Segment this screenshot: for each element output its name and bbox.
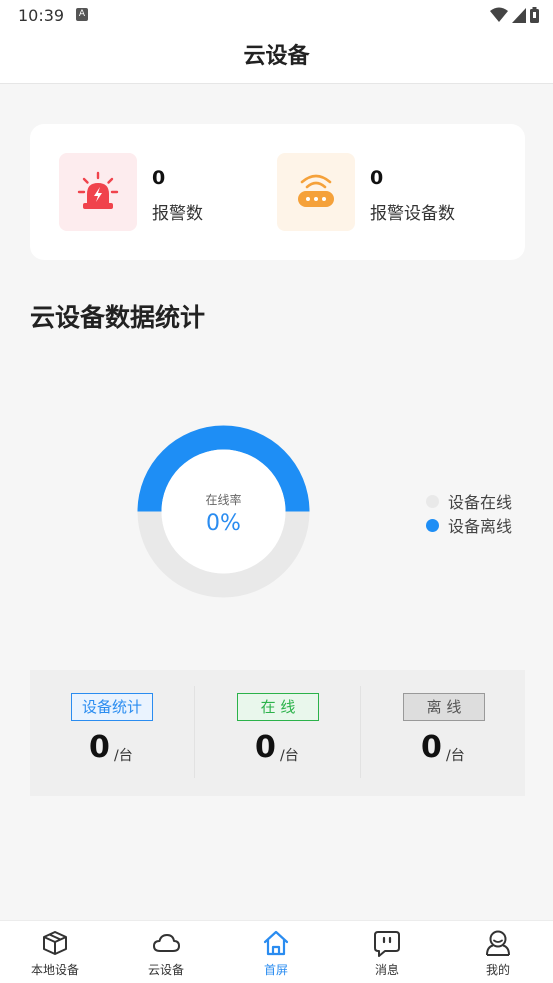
alarm-count-label: 报警数 <box>152 204 203 224</box>
summary-tag-online: 在 线 <box>237 693 319 721</box>
legend-label: 设备在线 <box>448 493 513 512</box>
summary-unit: /台 <box>114 748 133 764</box>
summary-online[interactable]: 在 线 0 /台 <box>196 670 361 796</box>
status-time: 10:39 <box>18 6 65 25</box>
header: 云设备 <box>0 32 553 84</box>
alarm-devices-value: 0 <box>370 167 384 189</box>
profile-icon <box>486 930 510 956</box>
signal-icon <box>512 7 526 23</box>
tab-profile[interactable]: 我的 <box>443 921 553 983</box>
cloud-icon <box>153 934 180 952</box>
tab-label: 我的 <box>485 963 510 977</box>
tab-messages[interactable]: 消息 <box>332 921 442 983</box>
alarm-count-value: 0 <box>152 167 166 189</box>
section-title: 云设备数据统计 <box>30 303 206 332</box>
tab-label: 云设备 <box>147 963 184 977</box>
wifi-icon <box>490 7 508 22</box>
alarm-devices-label: 报警设备数 <box>370 204 455 224</box>
summary-offline-value: 0 <box>421 730 442 765</box>
tab-cloud-devices[interactable]: 云设备 <box>111 921 221 983</box>
donut-caption: 在线率 <box>205 493 242 507</box>
chart-legend: 设备在线 设备离线 <box>426 489 512 537</box>
page-title: 云设备 <box>243 44 310 69</box>
online-rate-chart: 在线率 0% <box>137 425 310 598</box>
legend-dot <box>426 518 439 532</box>
tab-label: 首屏 <box>263 963 288 977</box>
router-icon <box>277 153 355 231</box>
legend-label: 设备离线 <box>448 517 513 536</box>
summary-unit: /台 <box>280 748 299 764</box>
legend-item-online[interactable]: 设备在线 <box>426 489 512 513</box>
summary-total-value: 0 <box>89 730 110 765</box>
tab-bar: 本地设备 云设备 首屏 消息 我的 <box>0 920 553 983</box>
notification-icon: A <box>76 8 88 21</box>
siren-icon <box>59 153 137 231</box>
device-summary: 设备统计 0 /台 在 线 0 /台 离 线 0 /台 <box>30 670 525 796</box>
donut-value: 0% <box>206 511 241 536</box>
status-bar: 10:39 A <box>0 0 553 32</box>
battery-icon <box>530 7 539 23</box>
summary-tag-total: 设备统计 <box>71 693 153 721</box>
alarm-devices-block[interactable]: 0 报警设备数 <box>277 153 497 231</box>
home-icon <box>263 930 289 956</box>
divider <box>194 686 195 778</box>
status-icons <box>490 6 539 24</box>
summary-offline[interactable]: 离 线 0 /台 <box>362 670 527 796</box>
message-icon <box>374 931 400 957</box>
summary-unit: /台 <box>446 748 465 764</box>
alarm-count-block[interactable]: 0 报警数 <box>59 153 259 231</box>
tab-label: 消息 <box>374 963 399 977</box>
tab-home[interactable]: 首屏 <box>221 921 331 983</box>
tab-local-devices[interactable]: 本地设备 <box>0 921 110 983</box>
divider <box>360 686 361 778</box>
summary-online-value: 0 <box>255 730 276 765</box>
box-icon <box>43 931 67 955</box>
summary-total[interactable]: 设备统计 0 /台 <box>30 670 195 796</box>
legend-dot <box>426 494 439 508</box>
alarm-summary-card: 0 报警数 0 报警设备数 <box>30 124 525 260</box>
legend-item-offline[interactable]: 设备离线 <box>426 513 512 537</box>
summary-tag-offline: 离 线 <box>403 693 485 721</box>
tab-label: 本地设备 <box>30 963 79 977</box>
